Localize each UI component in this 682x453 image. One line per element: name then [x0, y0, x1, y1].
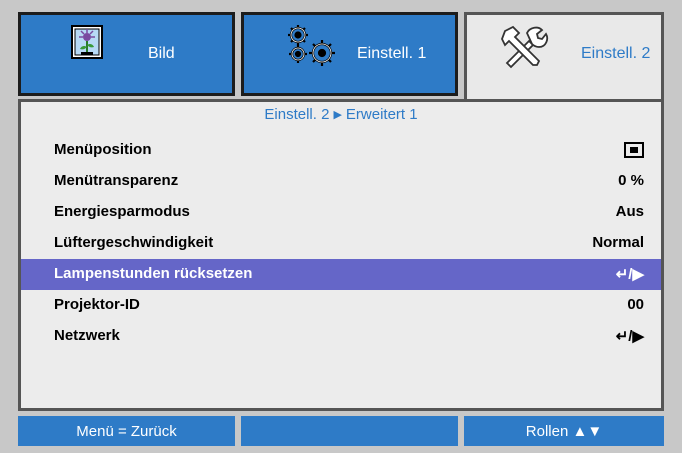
settings-panel: Einstell. 2 ▶ Erweitert 1 Menüposition Men… — [18, 99, 664, 411]
tab-bild[interactable]: Bild — [18, 12, 235, 96]
gears-icon — [284, 23, 340, 72]
footer-bar: Menü = Zurück Rollen ▲▼ — [0, 416, 682, 446]
menu-item-label: Menütransparenz — [54, 172, 179, 189]
menu-item-lueftergeschwindigkeit[interactable]: Lüftergeschwindigkeit Normal — [21, 228, 661, 259]
menu-item-projektor-id[interactable]: Projektor-ID 00 — [21, 290, 661, 321]
picture-icon — [71, 25, 103, 64]
tab-label: Einstell. 1 — [357, 45, 427, 62]
scroll-hint[interactable]: Rollen ▲▼ — [464, 416, 664, 446]
menu-item-label: Lüftergeschwindigkeit — [54, 234, 214, 251]
tools-icon — [501, 25, 549, 74]
breadcrumb-arrow-icon: ▶ — [333, 109, 342, 121]
menu-item-energiesparmodus[interactable]: Energiesparmodus Aus — [21, 197, 661, 228]
enter-arrow-icon: ↵/▶ — [615, 328, 644, 345]
menu-item-label: Lampenstunden rücksetzen — [54, 265, 253, 282]
osd-menu: Bild Einstell. 1 Einstell. 2 Einstell. 2… — [0, 0, 682, 453]
tab-label: Bild — [148, 45, 175, 62]
enter-arrow-icon: ↵/▶ — [615, 266, 644, 283]
menu-item-menuposition[interactable]: Menüposition — [21, 135, 661, 166]
breadcrumb-current: Erweitert 1 — [345, 106, 418, 123]
menu-item-label: Netzwerk — [54, 327, 120, 344]
tab-einstell-2[interactable]: Einstell. 2 — [464, 12, 664, 102]
menu-item-value: 00 — [627, 296, 644, 313]
back-hint[interactable]: Menü = Zurück — [18, 416, 235, 446]
menu-item-label: Energiesparmodus — [54, 203, 190, 220]
menu-item-menutransparenz[interactable]: Menütransparenz 0 % — [21, 166, 661, 197]
tab-einstell-1[interactable]: Einstell. 1 — [241, 12, 458, 96]
menu-item-label: Projektor-ID — [54, 296, 140, 313]
menu-item-netzwerk[interactable]: Netzwerk ↵/▶ — [21, 321, 661, 352]
menu-item-value: Aus — [615, 203, 644, 220]
breadcrumb-parent: Einstell. 2 — [264, 106, 330, 123]
menu-item-value: Normal — [592, 234, 644, 251]
menu-item-lampenstunden-ruecksetzen[interactable]: Lampenstunden rücksetzen ↵/▶ — [21, 259, 661, 290]
footer-blank — [241, 416, 458, 446]
menu-item-value: 0 % — [618, 172, 644, 189]
menu-position-icon — [624, 141, 644, 161]
menu-item-label: Menüposition — [54, 141, 152, 158]
breadcrumb: Einstell. 2 ▶ Erweitert 1 — [21, 106, 661, 123]
tab-label: Einstell. 2 — [581, 45, 651, 62]
